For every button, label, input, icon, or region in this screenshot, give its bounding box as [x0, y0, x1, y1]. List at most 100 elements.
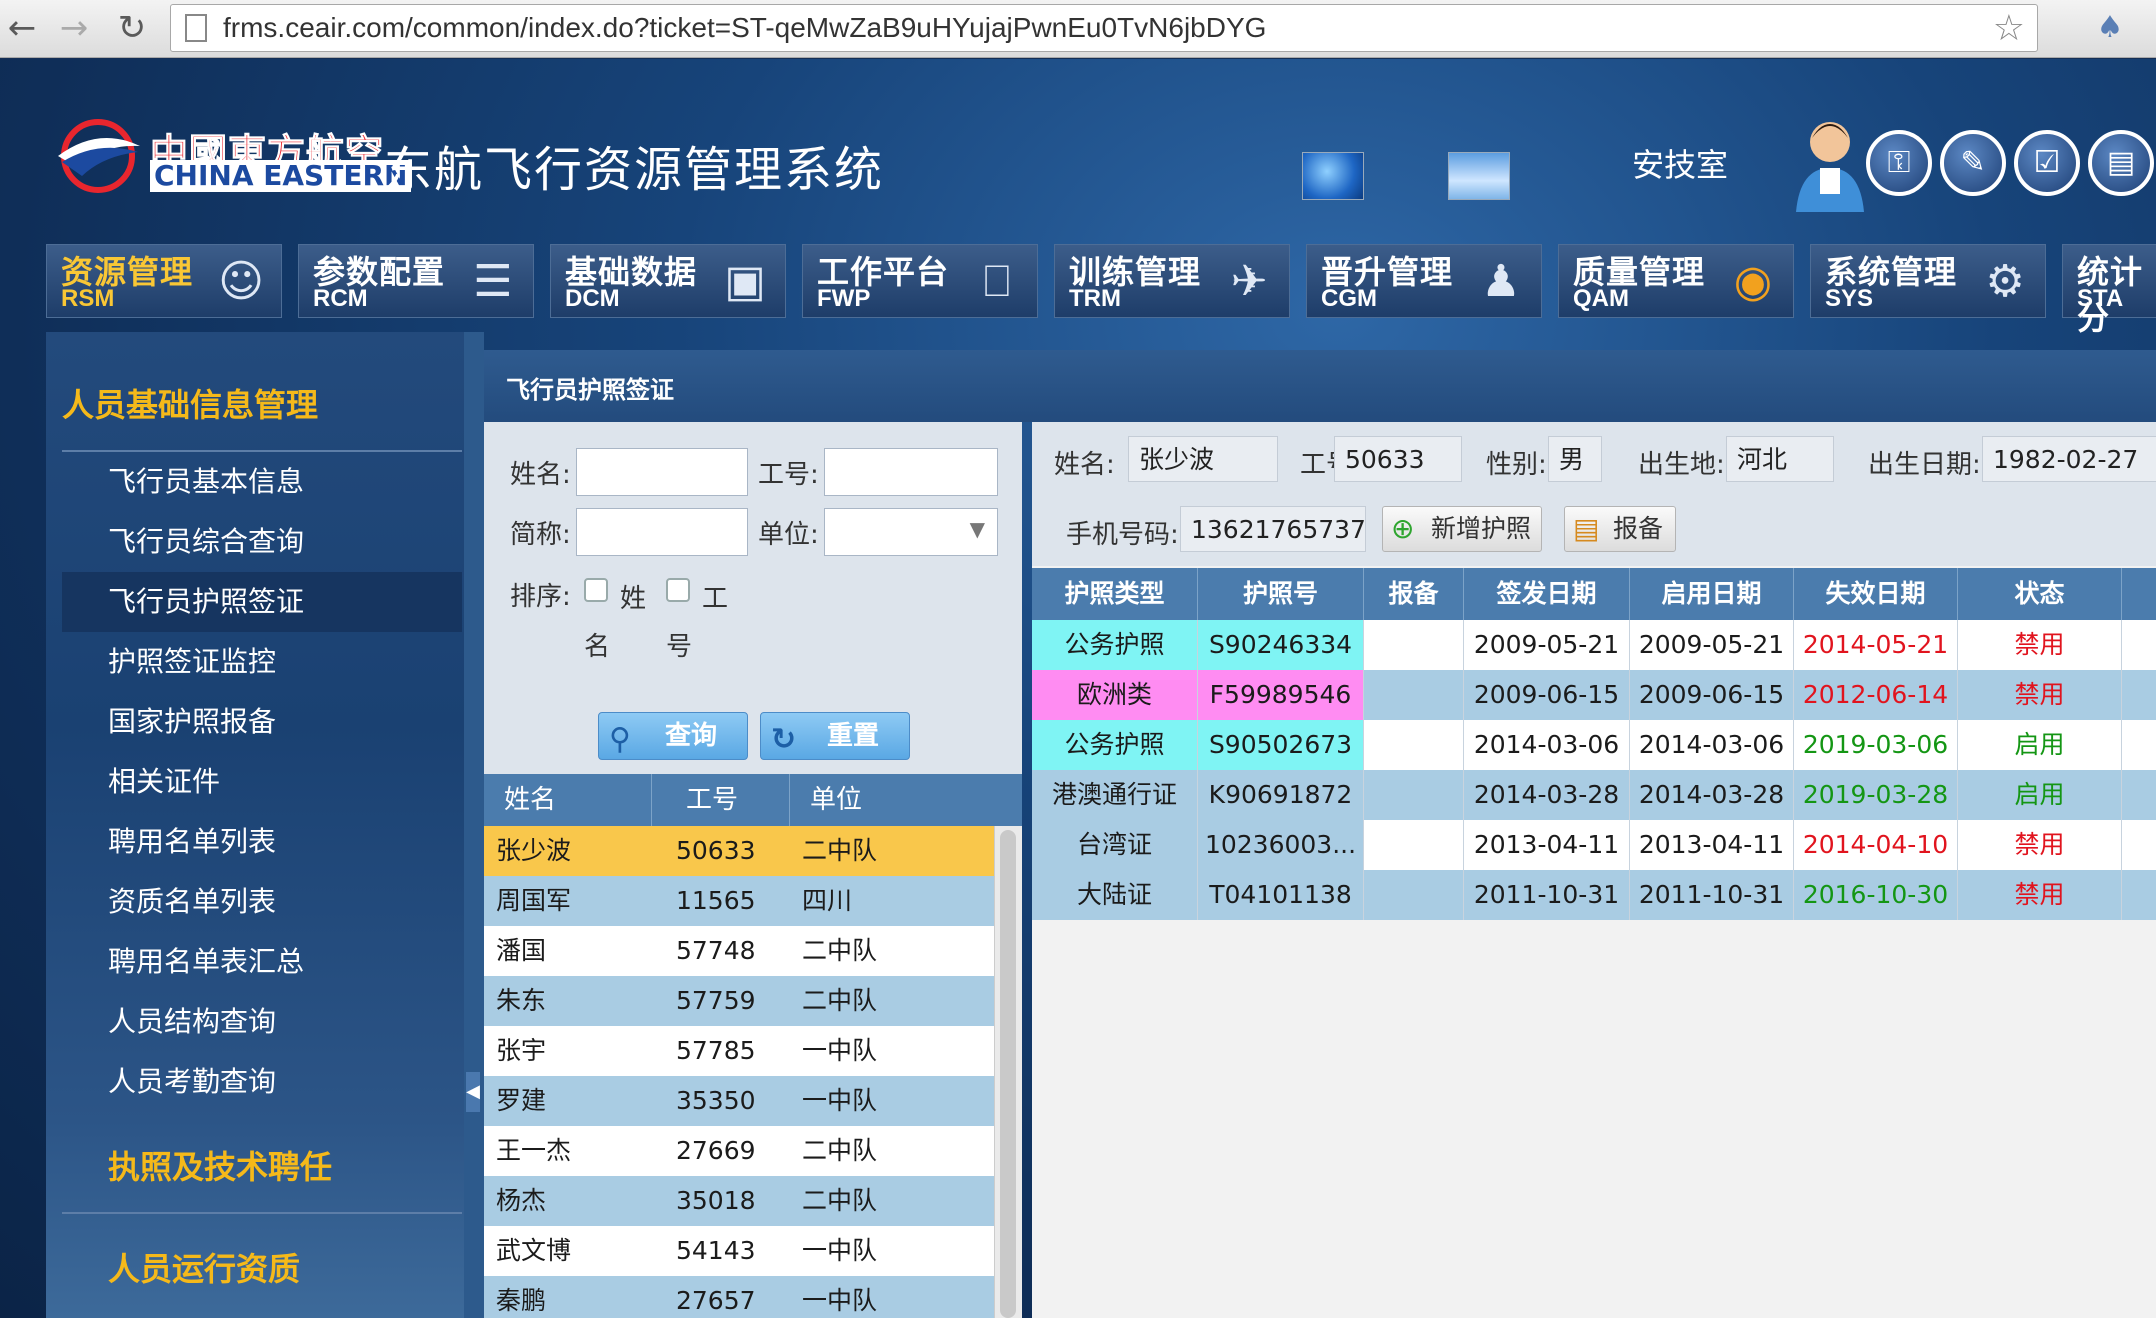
query-button[interactable]: ⚲ 查询: [598, 712, 748, 760]
nav-item-pilot-basic-info[interactable]: 飞行员基本信息: [62, 452, 462, 512]
crew-id: 27657: [676, 1286, 756, 1315]
reset-button[interactable]: ↻ 重置: [760, 712, 910, 760]
reload-icon[interactable]: ↻: [112, 8, 152, 48]
nav-item-attendance-query[interactable]: 人员考勤查询: [62, 1052, 462, 1112]
crew-row[interactable]: 周国军 11565 四川: [484, 876, 994, 926]
panel-splitter[interactable]: [464, 332, 484, 1318]
nav-item-employment-list[interactable]: 聘用名单列表: [62, 812, 462, 872]
crew-row[interactable]: 潘国 57748 二中队: [484, 926, 994, 976]
crew-row[interactable]: 杨杰 35018 二中队: [484, 1176, 994, 1226]
report-button[interactable]: ▤ 报备: [1564, 506, 1676, 552]
crew-row[interactable]: 罗建 35350 一中队: [484, 1076, 994, 1126]
globe-icon[interactable]: [1302, 152, 1364, 200]
key-icon[interactable]: ⚿: [1866, 130, 1932, 196]
passport-row[interactable]: 港澳通行证 K90691872 2014-03-28 2014-03-28 20…: [1032, 770, 2156, 820]
status-cell: 禁用: [1958, 670, 2122, 720]
crew-name: 朱东: [496, 986, 547, 1015]
crew-row[interactable]: 张宇 57785 一中队: [484, 1026, 994, 1076]
extension-icon[interactable]: ♠: [2088, 6, 2132, 50]
col-header-issue-date[interactable]: 签发日期: [1464, 568, 1630, 620]
nav-item-structure-query[interactable]: 人员结构查询: [62, 992, 462, 1052]
sort-id-text-2: 号: [666, 632, 693, 662]
module-code: RCM: [313, 285, 368, 312]
col-header-passport-type[interactable]: 护照类型: [1032, 568, 1198, 620]
module-qam[interactable]: 质量管理 QAM ◉: [1558, 244, 1794, 318]
unit-label: 单位:: [758, 520, 819, 550]
module-sta[interactable]: 统计分 STA: [2062, 244, 2156, 337]
nav-item-qualification-list[interactable]: 资质名单列表: [62, 872, 462, 932]
sky-icon[interactable]: [1448, 152, 1510, 200]
module-sys[interactable]: 系统管理 SYS ⚙: [1810, 244, 2046, 318]
module-fwp[interactable]: 工作平台 FWP ⎕: [802, 244, 1038, 318]
passport-no-cell: 10236003...: [1198, 820, 1364, 870]
module-rsm[interactable]: 资源管理 RSM ☺: [46, 244, 282, 318]
clipboard-icon[interactable]: ☑: [2014, 130, 2080, 196]
crew-row[interactable]: 朱东 57759 二中队: [484, 976, 994, 1026]
logo-english-text: CHINA EASTERN: [150, 160, 412, 192]
crew-id: 57748: [676, 936, 756, 965]
name-input[interactable]: [576, 448, 748, 496]
module-cgm[interactable]: 晋升管理 CGM ♟: [1306, 244, 1542, 318]
back-arrow-icon[interactable]: ←: [2, 8, 42, 48]
document-gear-icon[interactable]: ✎: [1940, 130, 2006, 196]
sort-by-id-checkbox[interactable]: [666, 578, 690, 602]
nav-item-passport-monitor[interactable]: 护照签证监控: [62, 632, 462, 692]
refresh-icon: ↻: [771, 722, 797, 757]
module-rcm[interactable]: 参数配置 RCM ☰: [298, 244, 534, 318]
module-dcm[interactable]: 基础数据 DCM ▣: [550, 244, 786, 318]
address-bar[interactable]: frms.ceair.com/common/index.do?ticket=ST…: [170, 4, 2038, 52]
abbr-input[interactable]: [576, 508, 748, 556]
id-card-icon[interactable]: ▤: [2088, 130, 2154, 196]
expire-date-cell: 2019-03-28: [1794, 770, 1958, 820]
detail-birthplace-label: 出生地:: [1638, 450, 1725, 480]
passport-row[interactable]: 公务护照 S90502673 2014-03-06 2014-03-06 201…: [1032, 720, 2156, 770]
nav-item-employment-summary[interactable]: 聘用名单表汇总: [62, 932, 462, 992]
passport-row[interactable]: 公务护照 S90246334 2009-05-21 2009-05-21 201…: [1032, 620, 2156, 670]
module-code: CGM: [1321, 285, 1377, 312]
crew-id: 11565: [676, 886, 756, 915]
start-date-cell: 2014-03-28: [1630, 770, 1794, 820]
issue-date-cell: 2009-05-21: [1464, 620, 1630, 670]
computer-icon: ⎕: [983, 256, 1011, 307]
module-trm[interactable]: 训练管理 TRM ✈: [1054, 244, 1290, 318]
crew-id: 57785: [676, 1036, 756, 1065]
passport-row[interactable]: 欧洲类 F59989546 2009-06-15 2009-06-15 2012…: [1032, 670, 2156, 720]
sort-by-name-checkbox[interactable]: [584, 578, 608, 602]
crew-row-selected[interactable]: 张少波 50633 二中队: [484, 826, 994, 876]
passport-type-cell: 港澳通行证: [1032, 770, 1198, 820]
nav-item-pilot-query[interactable]: 飞行员综合查询: [62, 512, 462, 572]
scrollbar-thumb[interactable]: [1000, 830, 1016, 1318]
status-cell: 禁用: [1958, 870, 2122, 920]
col-header-expire-date[interactable]: 失效日期: [1794, 568, 1958, 620]
module-code: TRM: [1069, 285, 1121, 312]
collapse-arrow-icon[interactable]: ◀: [466, 1072, 480, 1112]
nav-section-license[interactable]: 执照及技术聘任: [62, 1142, 462, 1188]
crew-unit: 二中队: [802, 836, 878, 865]
nav-section-personnel-info[interactable]: 人员基础信息管理: [62, 380, 462, 426]
forward-arrow-icon[interactable]: →: [54, 8, 94, 48]
passport-row[interactable]: 大陆证 T04101138 2011-10-31 2011-10-31 2016…: [1032, 870, 2156, 920]
id-input[interactable]: [824, 448, 998, 496]
crew-name: 王一杰: [496, 1136, 572, 1165]
crew-row[interactable]: 武文博 54143 一中队: [484, 1226, 994, 1276]
crew-row[interactable]: 王一杰 27669 二中队: [484, 1126, 994, 1176]
passport-row[interactable]: 台湾证 10236003... 2013-04-11 2013-04-11 20…: [1032, 820, 2156, 870]
crew-row[interactable]: 秦鹏 27657 一中队: [484, 1276, 994, 1318]
bookmark-star-icon[interactable]: ☆: [1993, 7, 2025, 51]
nav-item-pilot-passport-visa[interactable]: 飞行员护照签证: [62, 572, 462, 632]
add-passport-button[interactable]: ⊕ 新增护照: [1382, 506, 1542, 552]
col-header-start-date[interactable]: 启用日期: [1630, 568, 1794, 620]
col-header-report[interactable]: 报备: [1364, 568, 1464, 620]
passport-no-cell: T04101138: [1198, 870, 1364, 920]
nav-item-related-certificates[interactable]: 相关证件: [62, 752, 462, 812]
col-header-unit[interactable]: 单位: [790, 774, 1022, 826]
col-header-passport-no[interactable]: 护照号: [1198, 568, 1364, 620]
col-header-name[interactable]: 姓名: [484, 774, 652, 826]
col-header-id[interactable]: 工号: [652, 774, 790, 826]
unit-select[interactable]: ▼: [824, 508, 998, 556]
database-icon: ▣: [724, 256, 766, 307]
nav-section-operation-qualification[interactable]: 人员运行资质: [62, 1244, 462, 1290]
expire-date-cell: 2019-03-06: [1794, 720, 1958, 770]
col-header-status[interactable]: 状态: [1958, 568, 2122, 620]
nav-item-passport-report[interactable]: 国家护照报备: [62, 692, 462, 752]
